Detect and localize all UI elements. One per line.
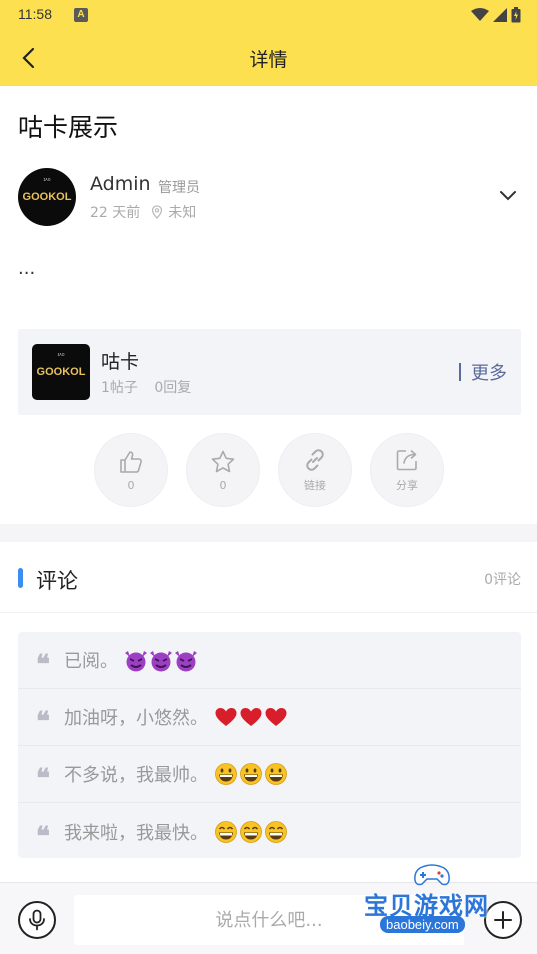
comment-input-bar [0,882,537,954]
like-count: 0 [127,478,135,492]
star-icon [211,450,235,472]
link-icon [306,449,324,471]
favorite-count: 0 [219,478,227,492]
notification-a-icon: A [74,8,88,22]
quick-reply-text: 不多说，我最帅。 [64,765,208,786]
wifi-icon [471,8,489,21]
post-title: 咕卡展示 [18,113,119,142]
signal-icon [493,8,507,22]
forum-posts: 1帖子 [101,380,138,396]
share-icon [396,450,417,471]
forum-logo-mark: ɪᴀᴏ [57,352,65,358]
more-label: 更多 [471,363,507,384]
share-button[interactable]: 分享 [370,433,444,507]
avatar[interactable]: ɪᴀᴏ GOOKOL [18,168,76,226]
quote-icon: ❝ [36,764,50,794]
quick-reply-item[interactable]: ❝ 不多说，我最帅。 [18,746,521,803]
comments-count: 0评论 [484,572,521,588]
forum-stats: 1帖子 0回复 [101,377,203,397]
section-divider [0,524,537,542]
quote-icon: ❝ [36,821,50,852]
system-icons [471,6,521,24]
avatar-logo-mark: ɪᴀᴏ [43,177,51,183]
quick-reply-item[interactable]: ❝ 我来啦，我最快。 [18,803,521,860]
comments-header: 评论 0评论 [0,543,537,613]
post-actions: 0 0 链接 分享 [94,433,446,507]
forum-name: 咕卡 [101,351,140,373]
grin-emoji-icon [214,762,288,786]
comments-title: 评论 [36,569,78,593]
battery-icon [511,7,521,23]
chevron-down-icon[interactable] [497,184,519,206]
forum-replies: 0回复 [154,380,192,396]
more-divider [459,363,461,381]
location-pin-icon [152,205,163,219]
voice-button[interactable] [18,901,56,939]
thumb-up-icon [120,450,142,473]
section-accent-bar [18,568,23,588]
forum-logo-text: GOOKOL [36,366,86,378]
like-button[interactable]: 0 [94,433,168,507]
post-meta: 22 天前 未知 [90,202,196,222]
quick-reply-list: ❝ 已阅。 ❝ 加油呀，小悠然。 ❝ 不多说，我最帅。 ❝ 我来啦，我最快。 [18,632,521,858]
quick-reply-text: 已阅。 [64,651,118,672]
forum-more-button[interactable]: 更多 [459,359,507,385]
author-role: 管理员 [158,180,200,196]
quick-reply-text: 加油呀，小悠然。 [64,708,208,729]
comment-input[interactable] [74,895,464,945]
microphone-icon [29,909,45,931]
quote-icon: ❝ [36,707,50,737]
share-label: 分享 [396,479,418,492]
header-bar: 详情 [0,30,537,86]
link-button[interactable]: 链接 [278,433,352,507]
link-label: 链接 [304,479,326,492]
status-bar: 11:58 A [0,0,537,30]
devil-emoji-icon [124,648,198,672]
forum-card[interactable]: ɪᴀᴏ GOOKOL 咕卡 1帖子 0回复 更多 [18,329,521,415]
post-location: 未知 [168,205,197,221]
favorite-button[interactable]: 0 [186,433,260,507]
add-attachment-button[interactable] [484,901,522,939]
author-name[interactable]: Admin [90,173,151,195]
heart-emoji-icon [214,705,288,729]
forum-logo: ɪᴀᴏ GOOKOL [32,344,90,400]
quote-icon: ❝ [36,650,50,680]
quick-reply-text: 我来啦，我最快。 [64,822,208,844]
post-body: ... [18,258,36,279]
smile-emoji-icon [214,820,288,844]
post-time: 22 天前 [90,205,141,221]
status-time: 11:58 [18,6,52,22]
avatar-logo-text: GOOKOL [22,191,72,203]
page-title: 详情 [249,49,288,71]
quick-reply-item[interactable]: ❝ 已阅。 [18,632,521,689]
author-row: ɪᴀᴏ GOOKOL Admin 管理员 22 天前 未知 [18,168,519,228]
quick-reply-item[interactable]: ❝ 加油呀，小悠然。 [18,689,521,746]
plus-icon [494,911,512,929]
